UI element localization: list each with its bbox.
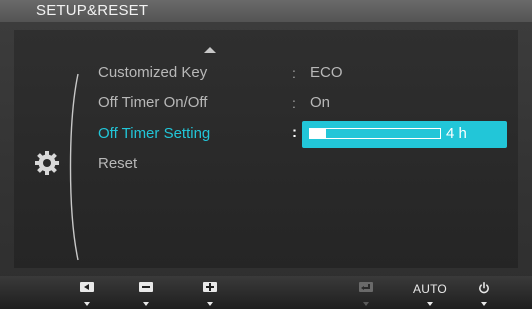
off-timer-slider-fill — [310, 129, 326, 138]
menu-item-off-timer-setting[interactable]: Off Timer Setting — [98, 124, 210, 144]
triangle-up-icon[interactable] — [204, 47, 216, 53]
button-indicator — [207, 302, 213, 306]
divider-arc — [69, 73, 79, 261]
plus-button[interactable] — [196, 280, 224, 308]
off-timer-on-off-value: On — [310, 94, 331, 111]
separator-colon: : — [292, 65, 296, 81]
off-timer-slider[interactable] — [309, 128, 441, 139]
menu-item-off-timer-on-off[interactable]: Off Timer On/Off — [98, 93, 207, 113]
button-indicator — [143, 302, 149, 306]
plus-icon — [203, 282, 217, 292]
gear-icon — [35, 151, 59, 175]
power-icon — [479, 282, 489, 294]
auto-label: AUTO — [413, 282, 447, 296]
button-indicator — [84, 302, 90, 306]
customized-key-value: ECO — [310, 64, 343, 81]
button-indicator — [363, 302, 369, 306]
separator-colon: : — [292, 95, 296, 111]
title-bar: SETUP&RESET — [0, 0, 532, 22]
menu-item-customized-key[interactable]: Customized Key — [98, 63, 207, 83]
minus-button[interactable] — [132, 280, 160, 308]
menu-title: SETUP&RESET — [36, 2, 149, 19]
minus-icon — [139, 282, 153, 292]
separator-colon: : — [292, 124, 297, 141]
left-button[interactable] — [73, 280, 101, 308]
enter-icon — [359, 282, 373, 292]
power-button[interactable] — [470, 280, 498, 308]
button-indicator — [427, 302, 433, 306]
button-guide-bar: AUTO — [0, 276, 532, 309]
osd-window: SETUP&RESET Customized Key : ECO Off Tim… — [0, 0, 532, 309]
button-indicator — [481, 302, 487, 306]
off-timer-value: 4 h — [446, 125, 467, 142]
auto-button[interactable]: AUTO — [412, 280, 448, 308]
left-arrow-icon — [80, 282, 94, 292]
enter-button[interactable] — [352, 280, 380, 308]
menu-item-reset[interactable]: Reset — [98, 154, 137, 174]
